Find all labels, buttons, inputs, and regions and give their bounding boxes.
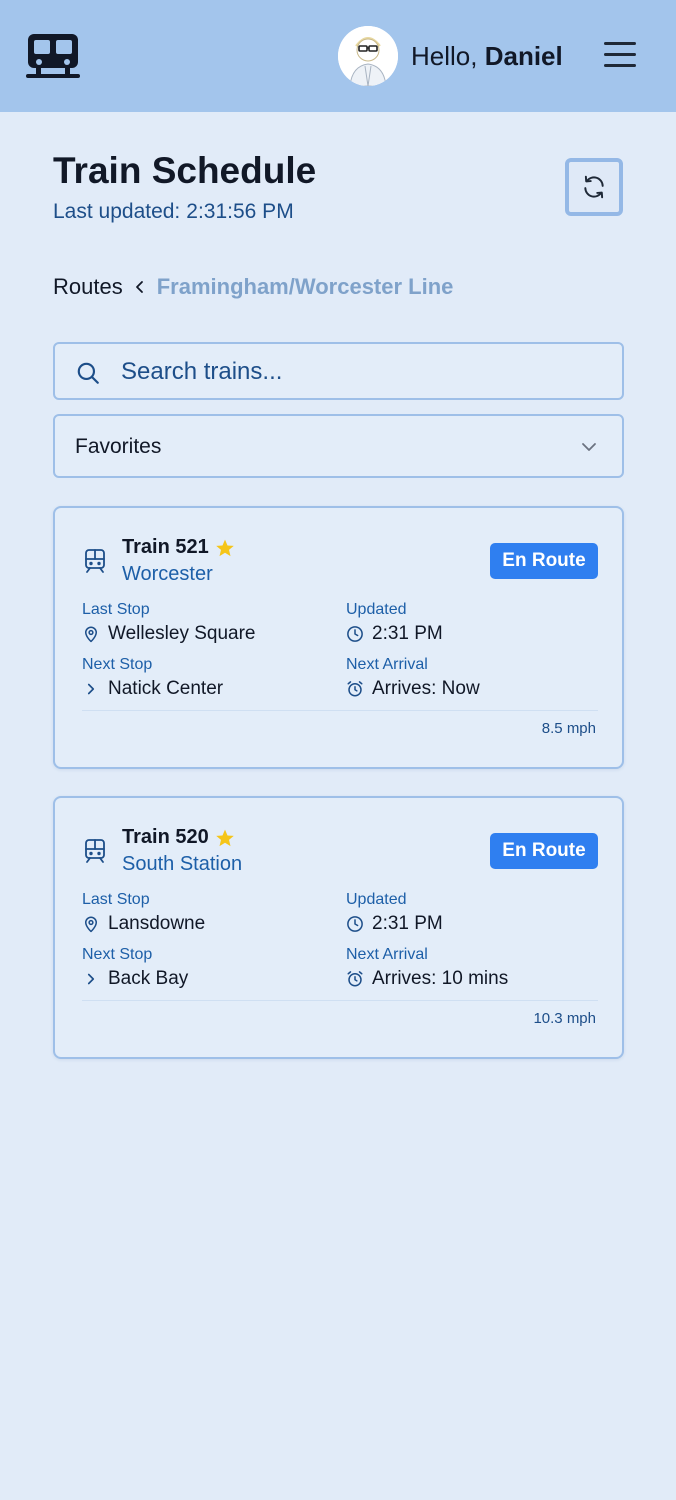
next-stop-value: Natick Center bbox=[108, 678, 224, 699]
train-name: Train 520 bbox=[122, 826, 235, 849]
last-stop-label: Last Stop bbox=[82, 601, 150, 618]
refresh-icon bbox=[584, 175, 604, 199]
train-logo-icon[interactable] bbox=[26, 32, 80, 80]
search-input[interactable] bbox=[121, 354, 601, 390]
top-bar: Hello, Daniel bbox=[0, 0, 676, 112]
train-speed: 8.5 mph bbox=[541, 720, 596, 737]
refresh-button[interactable] bbox=[565, 158, 623, 216]
last-updated-label: Last updated: bbox=[53, 200, 181, 223]
chevron-right-icon bbox=[82, 680, 100, 698]
user-name: Daniel bbox=[484, 41, 563, 71]
status-badge: En Route bbox=[490, 543, 598, 579]
clock-icon bbox=[346, 625, 364, 643]
next-arrival-value: Arrives: 10 mins bbox=[372, 968, 509, 989]
train-name-text: Train 521 bbox=[122, 536, 209, 558]
train-icon bbox=[83, 838, 107, 869]
greeting: Hello, Daniel bbox=[411, 41, 563, 72]
chevron-left-icon bbox=[135, 280, 145, 294]
search-box[interactable] bbox=[53, 342, 624, 400]
breadcrumb-current: Framingham/Worcester Line bbox=[156, 274, 454, 299]
breadcrumb-routes[interactable]: Routes bbox=[53, 274, 123, 300]
filter-selected-value: Favorites bbox=[75, 435, 162, 458]
train-card[interactable]: Train 521 Worcester En Route Last Stop W… bbox=[53, 506, 624, 769]
status-badge: En Route bbox=[490, 833, 598, 869]
updated-label: Updated bbox=[346, 891, 407, 908]
train-destination: Worcester bbox=[122, 563, 213, 585]
page-title: Train Schedule bbox=[53, 150, 317, 191]
updated: 2:31 PM bbox=[346, 623, 443, 645]
train-speed: 10.3 mph bbox=[533, 1010, 596, 1027]
train-icon bbox=[83, 548, 107, 579]
divider bbox=[82, 1000, 598, 1001]
divider bbox=[82, 710, 598, 711]
map-pin-icon bbox=[82, 625, 100, 643]
train-name: Train 521 bbox=[122, 536, 235, 559]
greeting-prefix: Hello, bbox=[411, 41, 478, 71]
updated: 2:31 PM bbox=[346, 913, 443, 935]
next-stop: Natick Center bbox=[82, 678, 223, 700]
alarm-clock-icon bbox=[346, 680, 364, 698]
next-stop-label: Next Stop bbox=[82, 656, 153, 673]
next-arrival: Arrives: 10 mins bbox=[346, 968, 508, 990]
chevron-right-icon bbox=[82, 970, 100, 988]
next-arrival-value: Arrives: Now bbox=[372, 678, 480, 699]
last-stop: Wellesley Square bbox=[82, 623, 256, 645]
last-stop-label: Last Stop bbox=[82, 891, 150, 908]
search-icon bbox=[75, 360, 101, 391]
favorite-star-icon[interactable] bbox=[215, 828, 235, 848]
map-pin-icon bbox=[82, 915, 100, 933]
train-card[interactable]: Train 520 South Station En Route Last St… bbox=[53, 796, 624, 1059]
last-stop-value: Wellesley Square bbox=[108, 623, 256, 644]
chevron-down-icon bbox=[580, 438, 598, 461]
train-name-text: Train 520 bbox=[122, 826, 209, 848]
updated-value: 2:31 PM bbox=[372, 913, 443, 934]
favorite-star-icon[interactable] bbox=[215, 538, 235, 558]
updated-value: 2:31 PM bbox=[372, 623, 443, 644]
next-stop-value: Back Bay bbox=[108, 968, 189, 989]
hamburger-menu-icon[interactable] bbox=[604, 42, 636, 68]
next-arrival-label: Next Arrival bbox=[346, 946, 428, 963]
user-avatar[interactable] bbox=[338, 26, 398, 86]
next-stop: Back Bay bbox=[82, 968, 188, 990]
filter-dropdown[interactable]: Favorites bbox=[53, 414, 624, 478]
next-arrival: Arrives: Now bbox=[346, 678, 480, 700]
next-arrival-label: Next Arrival bbox=[346, 656, 428, 673]
last-updated-time: 2:31:56 PM bbox=[186, 200, 294, 223]
clock-icon bbox=[346, 915, 364, 933]
train-destination: South Station bbox=[122, 853, 243, 875]
updated-label: Updated bbox=[346, 601, 407, 618]
last-stop: Lansdowne bbox=[82, 913, 205, 935]
last-updated: Last updated: 2:31:56 PM bbox=[53, 200, 294, 224]
last-stop-value: Lansdowne bbox=[108, 913, 206, 934]
breadcrumb: Routes Framingham/Worcester Line bbox=[53, 273, 453, 301]
alarm-clock-icon bbox=[346, 970, 364, 988]
next-stop-label: Next Stop bbox=[82, 946, 153, 963]
